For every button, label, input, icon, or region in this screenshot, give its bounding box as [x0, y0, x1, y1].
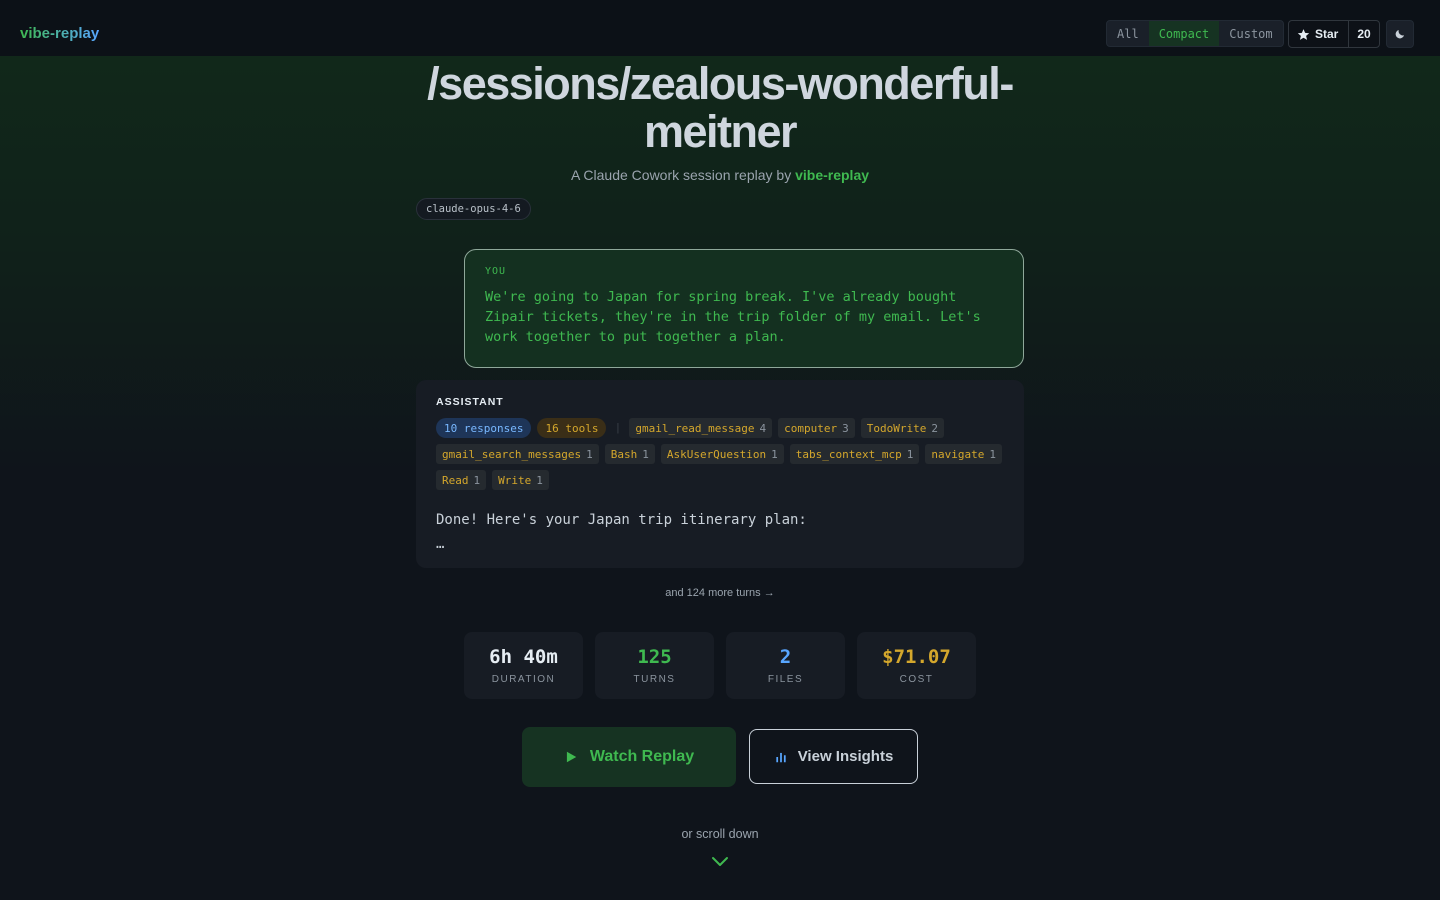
stat-label: TURNS	[633, 674, 676, 685]
stat-label: COST	[899, 674, 934, 685]
tool-chips: 10 responses 16 tools | gmail_read_messa…	[436, 418, 1008, 490]
stat-label: DURATION	[491, 674, 556, 685]
assistant-message-label: ASSISTANT	[436, 396, 504, 408]
tool-chip: TodoWrite 2	[860, 418, 945, 438]
subtitle-link[interactable]: vibe-replay	[795, 167, 869, 183]
tool-chip-count: 1	[473, 473, 481, 487]
stat-duration: 6h 40m DURATION	[464, 632, 583, 699]
github-star-group: Star 20	[1288, 20, 1380, 48]
tool-chip-count: 1	[642, 447, 649, 461]
stat-cost: $71.07 COST	[857, 632, 976, 699]
chip-separator: |	[616, 422, 620, 434]
moon-icon	[1395, 30, 1404, 39]
tool-chip-count: 1	[771, 447, 778, 461]
bar-chart-icon	[776, 752, 786, 762]
tool-chip-name: TodoWrite	[866, 421, 927, 435]
chevron-down-icon[interactable]	[711, 855, 729, 869]
tool-chip-name: gmail_read_message	[635, 421, 755, 435]
stat-turns: 125 TURNS	[595, 632, 714, 699]
scroll-hint: or scroll down	[681, 827, 759, 841]
watch-replay-label: Watch Replay	[589, 748, 695, 765]
tool-chip-count: 1	[586, 447, 593, 461]
assistant-message-card: ASSISTANT 10 responses 16 tools | gmail_…	[416, 380, 1024, 568]
view-mode-compact[interactable]: Compact	[1148, 21, 1220, 46]
user-message-text: We're going to Japan for spring break. I…	[485, 289, 981, 345]
tool-chip-count: 2	[931, 421, 939, 435]
tool-chip-name: Write	[498, 473, 532, 487]
tool-chip: gmail_read_message 4	[629, 418, 773, 438]
tool-chip: Write 1	[492, 470, 549, 490]
tool-chip-count: 3	[842, 421, 849, 435]
top-nav: vibe-replay All Compact Custom Star 20	[0, 0, 1440, 56]
tool-chip: Read 1	[436, 470, 487, 490]
tools-chip: 16 tools	[537, 418, 607, 438]
stat-value: 2	[779, 646, 792, 668]
tool-chip-name: tabs_context_mcp	[795, 447, 902, 461]
play-icon	[566, 751, 577, 763]
tool-chip: Bash 1	[604, 444, 655, 464]
star-button[interactable]: Star	[1289, 21, 1349, 47]
assistant-message-body: Done! Here's your Japan trip itinerary p…	[436, 512, 807, 528]
stat-value: 6h 40m	[489, 646, 558, 668]
tool-chip-name: Read	[442, 473, 469, 487]
watch-replay-button[interactable]: Watch Replay	[522, 727, 736, 787]
star-count[interactable]: 20	[1349, 21, 1379, 47]
tool-chip: computer 3	[778, 418, 855, 438]
user-message-label: YOU	[485, 266, 507, 277]
tool-chip: gmail_search_messages 1	[436, 444, 599, 464]
user-message-card: YOU We're going to Japan for spring brea…	[464, 249, 1024, 368]
view-mode-custom[interactable]: Custom	[1219, 21, 1282, 46]
main-content: /sessions/zealous-wonderful-meitner A Cl…	[0, 0, 1440, 900]
stat-files: 2 FILES	[726, 632, 845, 699]
theme-toggle-button[interactable]	[1386, 20, 1414, 48]
view-mode-toggle: All Compact Custom	[1106, 20, 1284, 47]
assistant-message-text: Done! Here's your Japan trip itinerary p…	[436, 508, 1004, 556]
tool-chip-count: 1	[536, 473, 543, 487]
tool-chip: tabs_context_mcp 1	[789, 444, 920, 464]
tool-chip-name: navigate	[931, 447, 985, 461]
subtitle-prefix: A Claude Cowork session replay by	[570, 167, 792, 183]
tool-chip-count: 1	[906, 447, 914, 461]
model-tag: claude-opus-4-6	[416, 198, 531, 220]
assistant-message-ellipsis: …	[436, 536, 445, 552]
tool-chip: navigate 1	[925, 444, 1002, 464]
page-subtitle: A Claude Cowork session replay by vibe-r…	[420, 167, 1020, 183]
tool-chip-name: gmail_search_messages	[442, 447, 582, 461]
tool-chip-count: 4	[759, 421, 767, 435]
view-insights-button[interactable]: View Insights	[749, 729, 918, 784]
tool-chip-name: AskUserQuestion	[666, 447, 767, 461]
brand-logo[interactable]: vibe-replay	[20, 25, 99, 42]
page-title: /sessions/zealous-wonderful-meitner	[427, 58, 1014, 157]
responses-chip: 10 responses	[436, 418, 532, 438]
stat-label: FILES	[767, 674, 804, 685]
star-icon	[1297, 28, 1310, 40]
view-insights-label: View Insights	[797, 748, 894, 765]
more-turns-link[interactable]: and 124 more turns →	[520, 587, 920, 599]
tool-chip: AskUserQuestion 1	[660, 444, 784, 464]
tool-chip-name: Bash	[610, 447, 638, 461]
star-label: Star	[1315, 27, 1339, 41]
stat-value: $71.07	[882, 646, 951, 668]
view-mode-all[interactable]: All	[1107, 21, 1149, 46]
stat-value: 125	[637, 646, 672, 668]
tool-chip-name: computer	[784, 421, 838, 435]
tool-chip-count: 1	[989, 447, 996, 461]
